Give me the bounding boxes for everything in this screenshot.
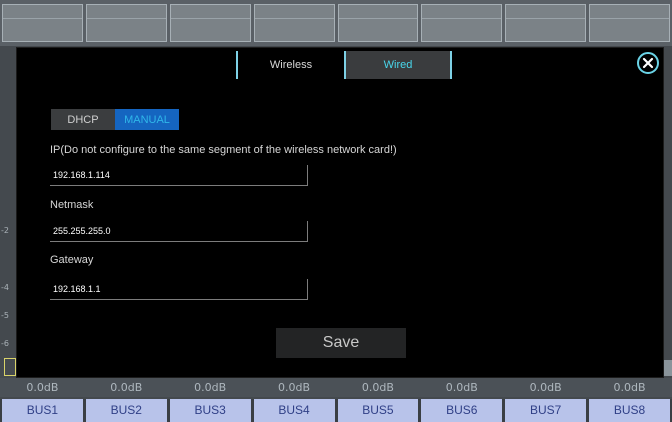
bus-button[interactable]: BUS1 bbox=[2, 399, 83, 422]
connection-tabs: Wireless Wired bbox=[236, 51, 452, 79]
gain-readout: 0.0dB bbox=[26, 381, 59, 394]
channel-header-cell bbox=[2, 4, 83, 42]
bus-button[interactable]: BUS7 bbox=[505, 399, 587, 422]
save-button[interactable]: Save bbox=[276, 328, 406, 358]
bus-button[interactable]: BUS8 bbox=[589, 399, 670, 422]
bus-button-row: BUS1 BUS2 BUS3 BUS4 BUS5 BUS6 BUS7 BUS8 bbox=[0, 399, 672, 422]
manual-button[interactable]: MANUAL bbox=[115, 109, 179, 130]
gateway-label: Gateway bbox=[50, 254, 94, 266]
tab-wireless[interactable]: Wireless bbox=[236, 51, 344, 79]
channel-header-cell bbox=[589, 4, 670, 42]
gain-readout-row: 0.0dB 0.0dB 0.0dB 0.0dB 0.0dB 0.0dB 0.0d… bbox=[0, 378, 672, 397]
gain-readout: 0.0dB bbox=[361, 381, 394, 394]
gateway-input[interactable] bbox=[50, 279, 308, 300]
app-root: -2 -4 -5 -6 0.0dB 0.0dB 0.0dB 0.0dB 0.0d… bbox=[0, 0, 672, 422]
tab-wired[interactable]: Wired bbox=[344, 51, 452, 79]
channel-header-cell bbox=[505, 4, 587, 42]
bus-button[interactable]: BUS4 bbox=[253, 399, 335, 422]
network-settings-dialog: Wireless Wired DHCP MANUAL IP(Do not con… bbox=[16, 47, 664, 378]
channel-strip-header-row bbox=[0, 0, 672, 46]
scale-tick: -4 bbox=[1, 283, 9, 292]
channel-header-cell bbox=[421, 4, 503, 42]
selection-marker bbox=[4, 358, 16, 376]
gain-readout: 0.0dB bbox=[529, 381, 562, 394]
channel-header-cell bbox=[253, 4, 335, 42]
bus-button[interactable]: BUS5 bbox=[337, 399, 419, 422]
netmask-label: Netmask bbox=[50, 199, 94, 211]
channel-header-cell bbox=[337, 4, 419, 42]
gain-readout: 0.0dB bbox=[613, 381, 646, 394]
gain-readout: 0.0dB bbox=[278, 381, 311, 394]
netmask-input[interactable] bbox=[50, 221, 308, 242]
ip-input[interactable] bbox=[50, 165, 308, 186]
close-icon bbox=[642, 57, 654, 69]
channel-header-cell bbox=[85, 4, 167, 42]
edge-handle bbox=[664, 360, 672, 376]
gain-readout: 0.0dB bbox=[445, 381, 478, 394]
close-button[interactable] bbox=[637, 52, 659, 74]
dhcp-button[interactable]: DHCP bbox=[51, 109, 115, 130]
ip-mode-toggle: DHCP MANUAL bbox=[51, 109, 179, 130]
bus-button[interactable]: BUS2 bbox=[85, 399, 167, 422]
scale-tick: -5 bbox=[1, 311, 9, 320]
gain-readout: 0.0dB bbox=[110, 381, 143, 394]
channel-header-cell bbox=[169, 4, 251, 42]
bus-button[interactable]: BUS6 bbox=[421, 399, 503, 422]
scale-tick: -6 bbox=[1, 339, 9, 348]
gain-readout: 0.0dB bbox=[194, 381, 227, 394]
ip-label: IP(Do not configure to the same segment … bbox=[50, 144, 397, 156]
scale-tick: -2 bbox=[1, 226, 9, 235]
bus-button[interactable]: BUS3 bbox=[169, 399, 251, 422]
